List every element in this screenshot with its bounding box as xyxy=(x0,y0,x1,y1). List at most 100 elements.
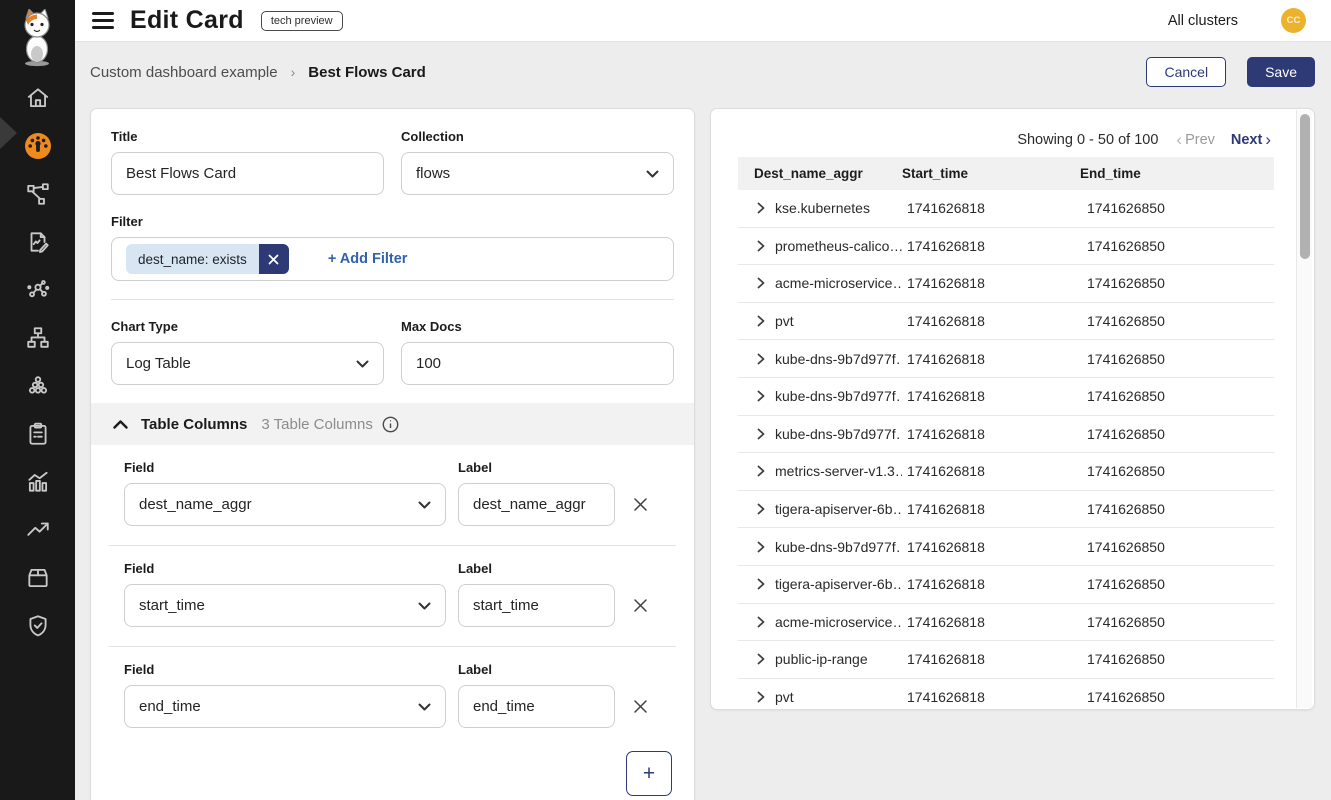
expand-row-icon[interactable] xyxy=(756,390,766,402)
field-select[interactable]: end_time xyxy=(124,685,446,728)
max-docs-input[interactable] xyxy=(401,342,674,385)
table-row[interactable]: pvt 1741626818 1741626850 xyxy=(738,303,1274,341)
breadcrumb-parent[interactable]: Custom dashboard example xyxy=(90,64,278,81)
expand-row-icon[interactable] xyxy=(756,616,766,628)
sidebar-item-workloads[interactable] xyxy=(22,564,54,591)
table-row[interactable]: acme-microservice… 1741626818 1741626850 xyxy=(738,604,1274,642)
expand-row-icon[interactable] xyxy=(756,578,766,590)
sidebar-item-dashboards[interactable] xyxy=(22,132,54,159)
sidebar-item-alerts[interactable] xyxy=(22,516,54,543)
label-label: Label xyxy=(458,561,615,576)
remove-filter-button[interactable] xyxy=(259,244,289,274)
sidebar-item-policies[interactable] xyxy=(22,420,54,447)
sidebar-item-home[interactable] xyxy=(22,84,54,111)
expand-row-icon[interactable] xyxy=(756,202,766,214)
cell-start-time: 1741626818 xyxy=(902,200,1080,216)
sidebar-item-clusters-tree[interactable] xyxy=(22,324,54,351)
save-button[interactable]: Save xyxy=(1247,57,1315,87)
table-column-row: Field dest_name_aggr Label xyxy=(109,445,676,545)
expand-row-icon[interactable] xyxy=(756,465,766,477)
expand-row-icon[interactable] xyxy=(756,503,766,515)
avatar[interactable]: CC xyxy=(1281,8,1306,33)
table-row[interactable]: tigera-apiserver-6b… 1741626818 17416268… xyxy=(738,491,1274,529)
sidebar-item-reports[interactable] xyxy=(22,228,54,255)
table-row[interactable]: public-ip-range 1741626818 1741626850 xyxy=(738,641,1274,679)
next-arrow-icon[interactable]: › xyxy=(1265,131,1271,148)
cell-dest-name: acme-microservice… xyxy=(775,275,902,291)
main-content: Custom dashboard example › Best Flows Ca… xyxy=(75,42,1331,800)
cell-dest-name: kube-dns-9b7d977f… xyxy=(775,539,902,555)
field-select[interactable]: dest_name_aggr xyxy=(124,483,446,526)
remove-column-button[interactable] xyxy=(627,483,653,526)
add-filter-link[interactable]: + Add Filter xyxy=(328,251,408,267)
cell-dest-name: metrics-server-v1.3… xyxy=(775,463,902,479)
cluster-selector[interactable]: All clusters xyxy=(1168,13,1238,29)
expand-row-icon[interactable] xyxy=(756,691,766,703)
table-row[interactable]: kube-dns-9b7d977f… 1741626818 1741626850 xyxy=(738,528,1274,566)
info-icon[interactable] xyxy=(382,416,399,433)
prev-button[interactable]: Prev xyxy=(1185,132,1215,148)
max-docs-label: Max Docs xyxy=(401,319,674,334)
collection-select[interactable]: flows xyxy=(401,152,674,195)
sidebar-item-threat-graph[interactable] xyxy=(22,276,54,303)
cell-end-time: 1741626850 xyxy=(1080,501,1274,517)
cell-start-time: 1741626818 xyxy=(902,275,1080,291)
label-input[interactable] xyxy=(458,685,615,728)
table-row[interactable]: pvt 1741626818 1741626850 xyxy=(738,679,1274,710)
chart-type-select[interactable]: Log Table xyxy=(111,342,384,385)
table-columns-header[interactable]: Table Columns 3 Table Columns xyxy=(91,403,694,445)
expand-row-icon[interactable] xyxy=(756,277,766,289)
cell-end-time: 1741626850 xyxy=(1080,651,1274,667)
scrollbar-track[interactable] xyxy=(1296,110,1312,708)
cell-end-time: 1741626850 xyxy=(1080,576,1274,592)
expand-row-icon[interactable] xyxy=(756,653,766,665)
cancel-button[interactable]: Cancel xyxy=(1146,57,1226,87)
cell-dest-name: kube-dns-9b7d977f… xyxy=(775,426,902,442)
expand-row-icon[interactable] xyxy=(756,240,766,252)
preview-table-header: Dest_name_aggr Start_time End_time xyxy=(738,157,1274,190)
title-input[interactable] xyxy=(111,152,384,195)
sidebar-item-compliance[interactable] xyxy=(22,612,54,639)
remove-column-button[interactable] xyxy=(627,584,653,627)
expand-row-icon[interactable] xyxy=(756,428,766,440)
table-row[interactable]: kse.kubernetes 1741626818 1741626850 xyxy=(738,190,1274,228)
expand-row-icon[interactable] xyxy=(756,353,766,365)
expand-row-icon[interactable] xyxy=(756,315,766,327)
trending-up-icon xyxy=(25,517,51,543)
service-graph-icon xyxy=(25,181,51,207)
field-label: Field xyxy=(124,460,446,475)
hamburger-menu-icon[interactable] xyxy=(92,12,114,29)
table-row[interactable]: kube-dns-9b7d977f… 1741626818 1741626850 xyxy=(738,416,1274,454)
field-label: Field xyxy=(124,662,446,677)
sidebar-item-logs[interactable] xyxy=(22,468,54,495)
table-row[interactable]: prometheus-calico… 1741626818 1741626850 xyxy=(738,228,1274,266)
filter-box[interactable]: dest_name: exists + Add Filter xyxy=(111,237,674,281)
remove-column-button[interactable] xyxy=(627,685,653,728)
scrollbar-thumb[interactable] xyxy=(1300,114,1310,259)
table-row[interactable]: kube-dns-9b7d977f… 1741626818 1741626850 xyxy=(738,378,1274,416)
cell-start-time: 1741626818 xyxy=(902,651,1080,667)
column-rows: Field dest_name_aggr Label Field start_t… xyxy=(109,445,676,747)
add-column-button[interactable]: + xyxy=(626,751,672,796)
chevron-down-icon xyxy=(418,602,431,610)
sidebar-item-service-graph[interactable] xyxy=(22,180,54,207)
calico-cat-logo[interactable] xyxy=(14,9,60,67)
expand-row-icon[interactable] xyxy=(756,541,766,553)
table-row[interactable]: kube-dns-9b7d977f… 1741626818 1741626850 xyxy=(738,340,1274,378)
chevron-down-icon xyxy=(646,170,659,178)
card-preview: Showing 0 - 50 of 100 ‹ Prev Next › Dest… xyxy=(710,108,1315,710)
table-columns-title: Table Columns xyxy=(141,416,247,433)
sidebar-nav xyxy=(0,0,75,800)
label-input[interactable] xyxy=(458,584,615,627)
sidebar-item-multi-cluster[interactable] xyxy=(22,372,54,399)
field-select[interactable]: start_time xyxy=(124,584,446,627)
table-row[interactable]: acme-microservice… 1741626818 1741626850 xyxy=(738,265,1274,303)
cell-end-time: 1741626850 xyxy=(1080,426,1274,442)
next-button[interactable]: Next xyxy=(1231,132,1262,148)
prev-arrow-icon[interactable]: ‹ xyxy=(1176,131,1182,148)
table-row[interactable]: metrics-server-v1.3… 1741626818 17416268… xyxy=(738,453,1274,491)
cell-dest-name: tigera-apiserver-6b… xyxy=(775,501,902,517)
label-input[interactable] xyxy=(458,483,615,526)
table-row[interactable]: tigera-apiserver-6b… 1741626818 17416268… xyxy=(738,566,1274,604)
cell-end-time: 1741626850 xyxy=(1080,689,1274,705)
